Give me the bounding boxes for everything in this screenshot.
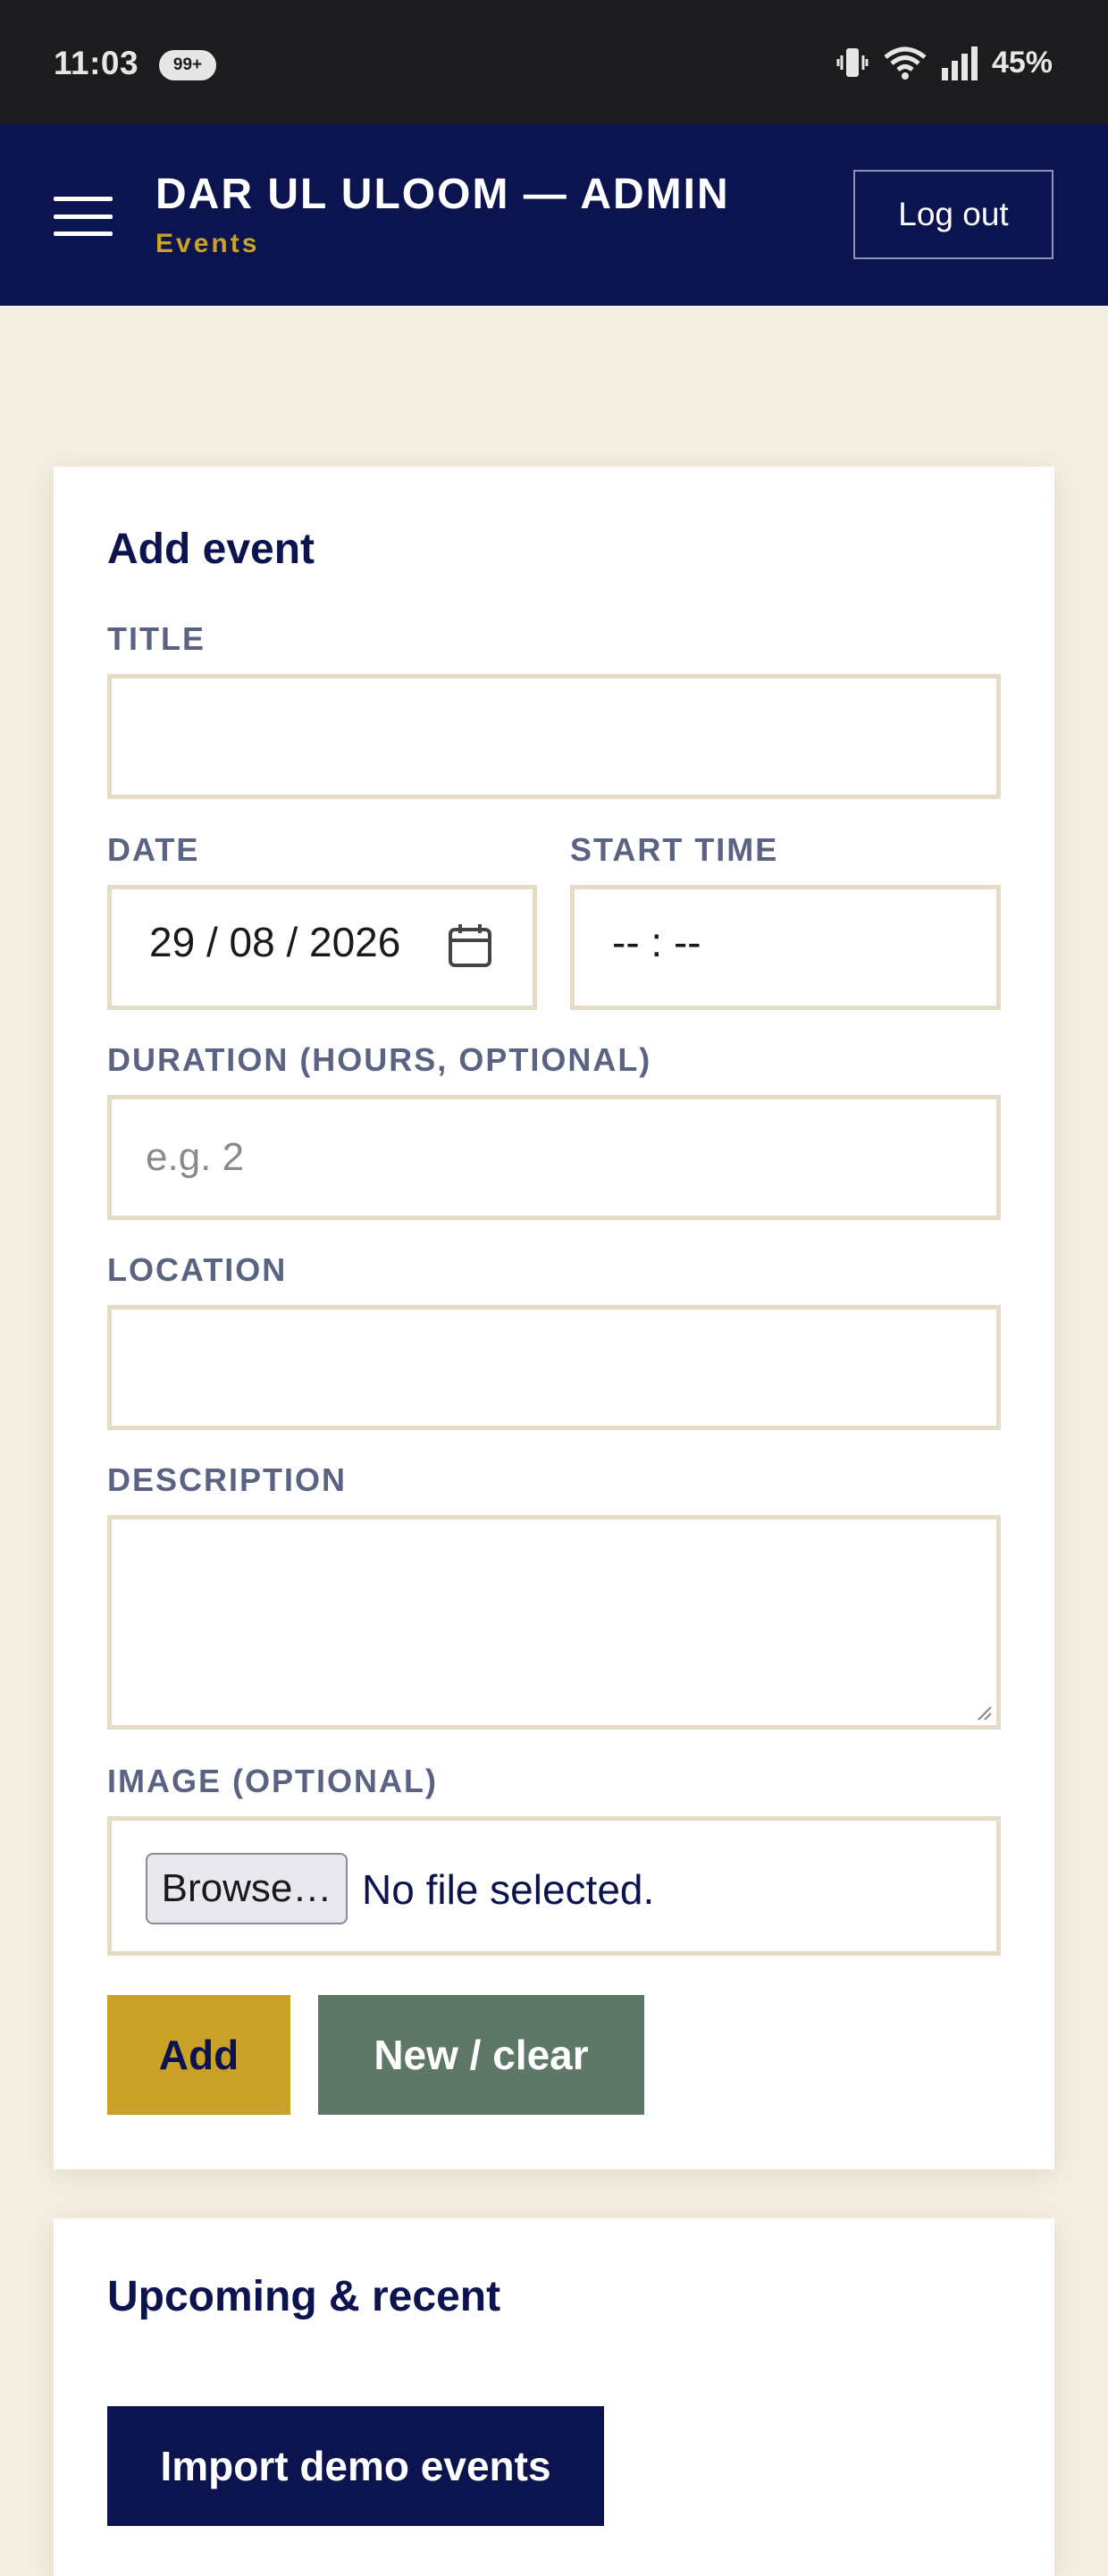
date-label: DATE: [107, 831, 200, 868]
upcoming-heading: Upcoming & recent: [107, 2273, 501, 2320]
start-time-label: START TIME: [570, 831, 779, 868]
add-event-card: Add event TITLE DATE 29 / 08 / 2026 STAR…: [54, 467, 1054, 2169]
add-button[interactable]: Add: [107, 1995, 290, 2115]
start-time-input[interactable]: -- : --: [570, 885, 1001, 1010]
date-input[interactable]: 29 / 08 / 2026: [107, 885, 537, 1010]
title-label: TITLE: [107, 620, 206, 657]
import-demo-events-button[interactable]: Import demo events: [107, 2406, 604, 2526]
location-input[interactable]: [107, 1305, 1001, 1430]
start-time-value: -- : --: [612, 919, 701, 965]
add-event-heading: Add event: [107, 526, 315, 573]
signal-icon: [941, 46, 978, 80]
battery-level: 45%: [991, 45, 1053, 80]
wifi-icon: [884, 46, 927, 80]
duration-input[interactable]: [107, 1095, 1001, 1220]
browse-button[interactable]: Browse…: [146, 1853, 348, 1924]
status-icons: 45%: [835, 45, 1053, 80]
image-file-input[interactable]: Browse… No file selected.: [107, 1816, 1001, 1956]
status-bar: 11:03 99+ 45%: [0, 0, 1108, 124]
description-textarea[interactable]: [107, 1515, 1001, 1730]
date-value: 29 / 08 / 2026: [149, 919, 401, 965]
description-label: DESCRIPTION: [107, 1461, 348, 1498]
notification-badge: 99+: [159, 50, 216, 80]
logout-button[interactable]: Log out: [853, 170, 1053, 259]
status-time: 11:03: [54, 45, 139, 81]
upcoming-card: Upcoming & recent Import demo events: [54, 2218, 1054, 2576]
title-input[interactable]: [107, 674, 1001, 799]
duration-label: DURATION (HOURS, OPTIONAL): [107, 1041, 652, 1078]
resize-handle-icon[interactable]: [975, 1704, 993, 1722]
site-title: DAR UL ULOOM — ADMIN: [155, 171, 730, 218]
clear-button[interactable]: New / clear: [318, 1995, 644, 2115]
file-status: No file selected.: [362, 1866, 655, 1913]
menu-icon[interactable]: [54, 197, 113, 236]
calendar-icon[interactable]: [448, 922, 492, 969]
page-subtitle: Events: [155, 229, 260, 258]
location-label: LOCATION: [107, 1251, 288, 1288]
image-label: IMAGE (OPTIONAL): [107, 1763, 438, 1799]
vibrate-icon: [836, 48, 869, 77]
